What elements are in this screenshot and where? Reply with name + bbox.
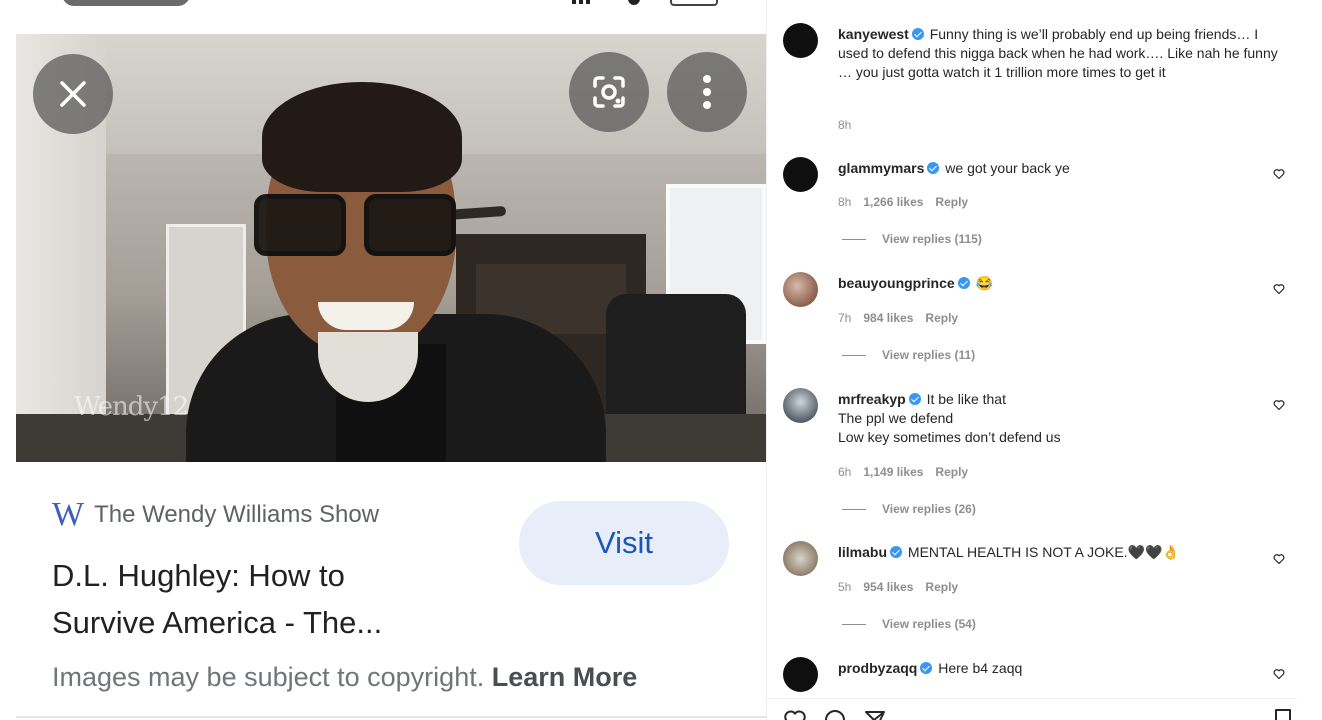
comment-username[interactable]: kanyewest (838, 26, 909, 42)
comment-likes[interactable]: 1,266 likes (863, 195, 923, 209)
comment-meta: 6h 1,149 likes Reply (838, 465, 968, 479)
comment-likes[interactable]: 954 likes (863, 580, 913, 594)
comment-username[interactable]: lilmabu (838, 544, 887, 560)
divider (16, 716, 766, 718)
comment-content-line-1: It be like that (926, 391, 1006, 407)
comment-username[interactable]: mrfreakyp (838, 391, 906, 407)
person-figure (186, 74, 606, 462)
comment-content: we got your back ye (945, 160, 1070, 176)
verified-badge-icon (957, 277, 970, 289)
like-heart-icon[interactable] (1273, 283, 1285, 295)
view-replies-label: View replies (115) (882, 232, 982, 246)
avatar[interactable] (783, 157, 818, 192)
lens-icon (593, 76, 625, 108)
share-icon[interactable] (863, 708, 887, 720)
image-watermark: Wendy12 (74, 392, 189, 422)
reply-button[interactable]: Reply (925, 311, 958, 325)
copyright-text: Images may be subject to copyright. (52, 662, 485, 692)
comment-time[interactable]: 8h (838, 118, 851, 132)
view-replies-button[interactable]: View replies (26) (842, 502, 976, 516)
comment-icon[interactable] (823, 708, 847, 720)
preview-image[interactable]: Wendy12 (16, 34, 766, 462)
close-button[interactable] (33, 54, 113, 134)
comment-text: beauyoungprince 😂 (838, 274, 1278, 293)
source-logo-icon: W (52, 496, 84, 533)
visit-button[interactable]: Visit (519, 501, 729, 585)
avatar[interactable] (783, 388, 818, 423)
comment-time[interactable]: 7h (838, 311, 851, 325)
view-replies-label: View replies (11) (882, 348, 976, 362)
comment-text: lilmabu MENTAL HEALTH IS NOT A JOKE.🖤🖤👌 (838, 543, 1278, 562)
comment-meta: 5h 954 likes Reply (838, 580, 958, 594)
source-name: The Wendy Williams Show (94, 501, 380, 528)
avatar[interactable] (783, 23, 818, 58)
view-replies-label: View replies (54) (882, 617, 976, 631)
view-replies-button[interactable]: View replies (11) (842, 348, 975, 362)
verified-badge-icon (890, 546, 903, 558)
comment-text: glammymars we got your back ye (838, 159, 1278, 178)
comment-likes[interactable]: 1,149 likes (863, 465, 923, 479)
comment-username[interactable]: glammymars (838, 160, 924, 176)
verified-badge-icon (927, 162, 940, 174)
google-image-viewer: Wendy12 W The Wendy Williams Show D.L. H… (0, 0, 766, 720)
comment-meta: 8h 1,266 likes Reply (838, 195, 968, 209)
comment-content: MENTAL HEALTH IS NOT A JOKE.🖤🖤👌 (907, 544, 1180, 560)
comment-time[interactable]: 8h (838, 195, 851, 209)
learn-more-link[interactable]: Learn More (492, 662, 638, 692)
more-options-button[interactable] (667, 52, 747, 132)
like-heart-icon[interactable] (1273, 553, 1285, 565)
divider (767, 698, 1297, 699)
verified-badge-icon (908, 393, 921, 405)
comment-content: Here b4 zaqq (938, 660, 1023, 676)
comment-content-line-2: The ppl we defend (838, 410, 954, 426)
view-replies-button[interactable]: View replies (115) (842, 232, 982, 246)
result-title-line-2: Survive America - The... (52, 605, 383, 640)
view-replies-label: View replies (26) (882, 502, 976, 516)
view-replies-button[interactable]: View replies (54) (842, 617, 976, 631)
reply-button[interactable]: Reply (935, 465, 968, 479)
more-vertical-icon (703, 75, 711, 109)
comment-meta: 8h (838, 118, 851, 132)
like-heart-icon[interactable] (1273, 668, 1285, 680)
wifi-icon (628, 0, 640, 5)
reply-button[interactable]: Reply (935, 195, 968, 209)
close-icon (60, 81, 86, 107)
verified-badge-icon (920, 662, 933, 674)
avatar[interactable] (783, 657, 818, 692)
result-title-line-1: D.L. Hughley: How to (52, 558, 345, 593)
avatar[interactable] (783, 272, 818, 307)
like-icon[interactable] (783, 708, 807, 720)
result-title[interactable]: D.L. Hughley: How to Survive America - T… (52, 552, 482, 646)
comment-content: 😂 (975, 275, 994, 291)
comment-username[interactable]: prodbyzaqq (838, 660, 917, 676)
battery-icon (670, 0, 718, 6)
avatar[interactable] (783, 541, 818, 576)
status-bar-icons (572, 0, 718, 6)
comment-text: prodbyzaqq Here b4 zaqq (838, 659, 1278, 678)
status-bar-pill (62, 0, 190, 6)
save-bookmark-icon[interactable] (1273, 708, 1293, 720)
comment-time[interactable]: 6h (838, 465, 851, 479)
comment-content-line-3: Low key sometimes don’t defend us (838, 429, 1061, 445)
comment-username[interactable]: beauyoungprince (838, 275, 955, 291)
comment-time[interactable]: 5h (838, 580, 851, 594)
verified-badge-icon (911, 28, 924, 40)
post-action-bar (783, 708, 1303, 720)
like-heart-icon[interactable] (1273, 399, 1285, 411)
reply-button[interactable]: Reply (925, 580, 958, 594)
comment-likes[interactable]: 984 likes (863, 311, 913, 325)
instagram-comments-panel: kanyewest Funny thing is we’ll probably … (766, 0, 1322, 720)
copyright-notice: Images may be subject to copyright. Lear… (52, 662, 637, 693)
comment-meta: 7h 984 likes Reply (838, 311, 958, 325)
lens-search-button[interactable] (569, 52, 649, 132)
signal-icon (572, 0, 590, 4)
image-source[interactable]: W The Wendy Williams Show (52, 496, 380, 533)
comment-text: mrfreakyp It be like that The ppl we def… (838, 390, 1278, 447)
comment-text: kanyewest Funny thing is we’ll probably … (838, 25, 1278, 82)
like-heart-icon[interactable] (1273, 168, 1285, 180)
